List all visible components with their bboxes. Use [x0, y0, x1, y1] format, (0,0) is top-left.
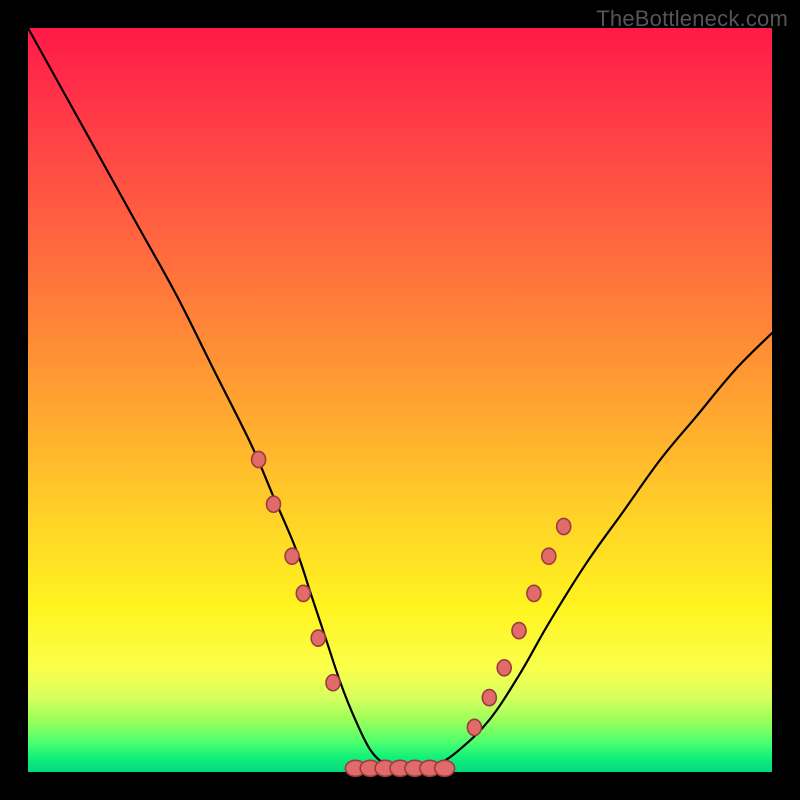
marker-dot — [311, 630, 325, 646]
marker-dot — [285, 548, 299, 564]
marker-cluster-right — [467, 518, 570, 735]
chart-svg — [28, 28, 772, 772]
plot-area — [28, 28, 772, 772]
marker-dot — [527, 585, 541, 601]
marker-dot — [435, 760, 455, 776]
watermark-text: TheBottleneck.com — [596, 6, 788, 32]
marker-dot — [497, 660, 511, 676]
marker-cluster-bottom — [345, 760, 454, 776]
marker-dot — [542, 548, 556, 564]
marker-dot — [252, 451, 266, 467]
marker-dot — [467, 719, 481, 735]
marker-cluster-left — [252, 451, 340, 690]
marker-dot — [267, 496, 281, 512]
marker-dot — [326, 675, 340, 691]
marker-dot — [557, 518, 571, 534]
chart-frame: TheBottleneck.com — [0, 0, 800, 800]
marker-dot — [482, 690, 496, 706]
marker-dot — [296, 585, 310, 601]
bottleneck-curve — [28, 28, 772, 773]
marker-dot — [512, 623, 526, 639]
